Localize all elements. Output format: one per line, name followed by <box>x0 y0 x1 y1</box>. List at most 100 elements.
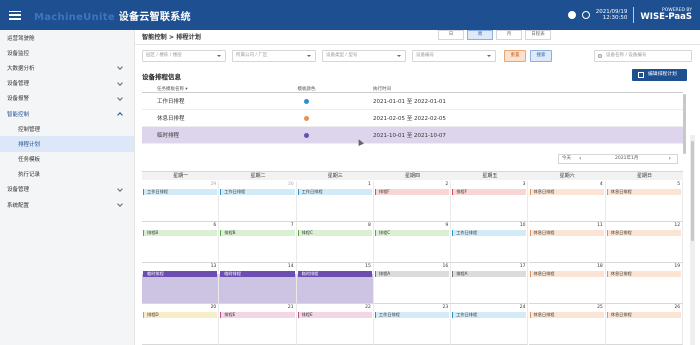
calendar-event[interactable]: 排程A <box>452 271 527 277</box>
sidebar-item-control-mgmt[interactable]: 控制管理 <box>0 121 134 136</box>
device-type-select[interactable]: 设备类型 / 型号 <box>322 50 406 62</box>
search-button[interactable]: 搜索 <box>530 50 552 62</box>
view-month-tab[interactable]: 月 <box>496 30 522 40</box>
day-number: 19 <box>674 264 681 269</box>
calendar-event[interactable]: 休息日排程 <box>529 189 604 195</box>
table-scrollbar[interactable] <box>683 94 686 154</box>
calendar-day[interactable]: 1 工作日排程 <box>296 181 374 222</box>
calendar-event[interactable]: 工作日排程 <box>374 312 450 318</box>
calendar-day[interactable]: 2 排程F <box>373 181 452 222</box>
calendar-day[interactable]: 7 排程B <box>219 222 297 263</box>
calendar-event[interactable]: 临时排程 <box>143 271 218 277</box>
sidebar-item-device-mgmt-2[interactable]: 设备管理 <box>0 182 134 197</box>
search-input[interactable]: 设备名称 / 设备编号 <box>594 50 692 62</box>
scrollbar-thumb[interactable] <box>691 141 694 241</box>
calendar-day[interactable]: 12 休息日排程 <box>605 222 684 263</box>
calendar-day[interactable]: 6 排程B <box>142 222 220 263</box>
table-row[interactable]: 工作日排程 2021-01-01 至 2022-01-01 <box>142 93 683 110</box>
calendar-day[interactable]: 20 排程D <box>142 304 220 345</box>
calendar-day[interactable]: 18 休息日排程 <box>528 263 606 304</box>
calendar-day[interactable]: 25 休息日排程 <box>528 304 606 345</box>
calendar-day[interactable]: 13 临时排程 <box>142 263 220 304</box>
company-select[interactable]: 所属公司 / 厂区 <box>232 50 316 62</box>
sidebar-item-exec-log[interactable]: 执行记录 <box>0 167 134 182</box>
table-row[interactable]: 休息日排程 2021-02-05 至 2022-02-05 <box>142 110 683 127</box>
calendar-day[interactable]: 10 工作日排程 <box>451 222 529 263</box>
calendar-event[interactable]: 休息日排程 <box>606 312 682 318</box>
calendar-day[interactable]: 26 休息日排程 <box>605 304 684 345</box>
next-icon[interactable]: › <box>669 155 671 163</box>
sidebar-item-dashboard[interactable]: 运营驾驶舱 <box>0 30 134 45</box>
reset-button[interactable]: 重置 <box>504 50 526 62</box>
calendar-event[interactable]: 休息日排程 <box>529 230 604 236</box>
calendar-event[interactable]: 工作日排程 <box>143 189 218 195</box>
section-title: 设备排程信息 <box>142 73 181 81</box>
calendar-day[interactable]: 23 工作日排程 <box>373 304 452 345</box>
calendar-day[interactable]: 21 排程E <box>219 304 297 345</box>
day-number: 10 <box>519 223 526 228</box>
page-scrollbar[interactable] <box>690 135 695 345</box>
calendar-day[interactable]: 29 工作日排程 <box>142 181 220 222</box>
calendar-event[interactable]: 排程F <box>452 189 527 195</box>
calendar-event[interactable]: 排程C <box>374 230 450 236</box>
view-week-tab[interactable]: 周 <box>467 30 493 40</box>
calendar-day[interactable]: 5 休息日排程 <box>605 181 684 222</box>
calendar-day[interactable]: 16 排程A <box>373 263 452 304</box>
notification-icon[interactable] <box>567 11 576 19</box>
calendar-day[interactable]: 22 排程E <box>296 304 374 345</box>
menu-icon[interactable] <box>9 10 21 20</box>
calendar-event[interactable]: 排程E <box>220 312 295 318</box>
calendar-event[interactable]: 工作日排程 <box>220 189 295 195</box>
calendar-day[interactable]: 11 休息日排程 <box>528 222 606 263</box>
calendar-event[interactable]: 休息日排程 <box>606 189 682 195</box>
calendar-day[interactable]: 4 休息日排程 <box>528 181 606 222</box>
calendar-day[interactable]: 14 临时排程 <box>219 263 297 304</box>
calendar-event[interactable]: 排程F <box>374 189 450 195</box>
view-agenda-tab[interactable]: 日程表 <box>525 30 551 40</box>
calendar-event[interactable]: 工作日排程 <box>452 312 527 318</box>
sidebar-item-task-template[interactable]: 任务模板 <box>0 152 134 167</box>
caret-down-icon <box>397 55 401 57</box>
calendar-day[interactable]: 9 排程C <box>373 222 452 263</box>
sidebar-item-schedule[interactable]: 排程计划 <box>0 136 134 152</box>
sidebar-item-alarms[interactable]: 设备报警 <box>0 91 134 106</box>
day-number: 23 <box>442 305 449 310</box>
col-template-name[interactable]: 任务模板名称 ▾ <box>142 86 254 92</box>
calendar-event[interactable]: 排程E <box>297 312 372 318</box>
today-button[interactable]: 今天 <box>562 155 571 163</box>
calendar-event[interactable]: 排程A <box>374 271 450 277</box>
area-select[interactable]: 园区 / 楼栋 / 楼层 <box>142 50 226 62</box>
col-template-color: 模板颜色 <box>297 87 316 92</box>
caret-down-icon <box>487 55 491 57</box>
calendar-day[interactable]: 17 排程A <box>451 263 529 304</box>
calendar-day[interactable]: 19 休息日排程 <box>605 263 684 304</box>
sidebar-item-smart-control[interactable]: 智能控制 <box>0 106 134 121</box>
calendar-day[interactable]: 24 工作日排程 <box>451 304 529 345</box>
calendar-event[interactable]: 休息日排程 <box>606 230 682 236</box>
calendar-event[interactable]: 工作日排程 <box>297 189 372 195</box>
calendar-day[interactable]: 15 临时排程 <box>296 263 374 304</box>
calendar-event[interactable]: 工作日排程 <box>452 230 527 236</box>
calendar-event[interactable]: 临时排程 <box>220 271 295 277</box>
device-id-select[interactable]: 设备编号 <box>412 50 496 62</box>
calendar-event[interactable]: 休息日排程 <box>606 271 682 277</box>
table-row-selected[interactable]: 临时排程 2021-10-01 至 2021-10-07 <box>142 127 683 144</box>
view-day-tab[interactable]: 日 <box>438 30 464 40</box>
prev-icon[interactable]: ‹ <box>579 155 581 163</box>
sidebar-item-system-config[interactable]: 系统配置 <box>0 197 134 212</box>
calendar-event[interactable]: 休息日排程 <box>529 312 604 318</box>
calendar-day[interactable]: 30 工作日排程 <box>219 181 297 222</box>
calendar-day[interactable]: 8 排程C <box>296 222 374 263</box>
calendar-day[interactable]: 3 排程F <box>451 181 529 222</box>
calendar-event[interactable]: 排程C <box>297 230 372 236</box>
calendar-event[interactable]: 休息日排程 <box>529 271 604 277</box>
calendar-event[interactable]: 排程B <box>220 230 295 236</box>
calendar-event[interactable]: 排程B <box>143 230 218 236</box>
user-icon[interactable] <box>581 11 590 19</box>
calendar-event[interactable]: 排程D <box>143 312 218 318</box>
calendar-event[interactable]: 临时排程 <box>297 271 372 277</box>
sidebar-item-analytics[interactable]: 大数据分析 <box>0 60 134 75</box>
edit-schedule-button[interactable]: 编辑排程计划 <box>632 69 687 81</box>
sidebar-item-monitoring[interactable]: 设备监控 <box>0 45 134 60</box>
sidebar-item-device-mgmt[interactable]: 设备管理 <box>0 76 134 91</box>
